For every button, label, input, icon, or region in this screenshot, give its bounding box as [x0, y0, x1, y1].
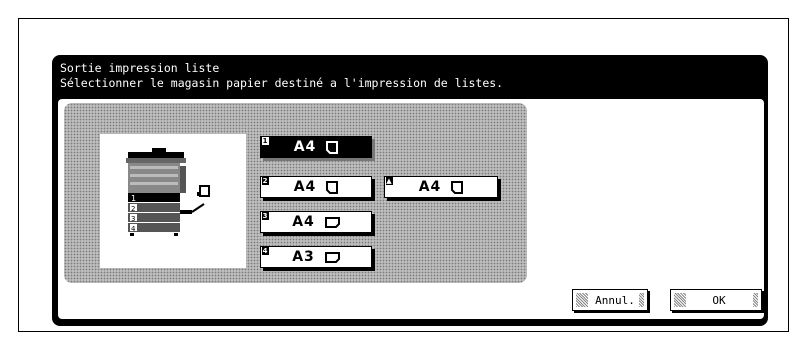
- dialog-title: Sortie impression liste: [60, 61, 220, 75]
- cancel-button[interactable]: Annul.: [572, 289, 648, 311]
- dialog-body: 1 2 3 4 1 A4 2 A4 ▲ A4 3 A4 4 A3 Annul. …: [56, 97, 766, 321]
- paper-landscape-icon: [324, 251, 340, 263]
- ok-label: OK: [712, 293, 726, 307]
- paper-portrait-icon: [326, 180, 339, 194]
- cancel-label: Annul.: [595, 293, 635, 307]
- paper-size-label: A4: [293, 139, 317, 155]
- tray-number: 1: [262, 137, 269, 145]
- svg-text:2: 2: [131, 205, 135, 213]
- paper-size-label: A4: [292, 214, 315, 230]
- dialog-header: Sortie impression liste Sélectionner le …: [60, 61, 503, 91]
- dialog-subtitle: Sélectionner le magasin papier destiné a…: [60, 76, 504, 90]
- tray-3-button[interactable]: 3 A4: [260, 211, 372, 233]
- svg-text:4: 4: [131, 225, 136, 233]
- copier-icon: 1 2 3 4: [126, 148, 210, 236]
- svg-text:1: 1: [131, 194, 136, 203]
- bypass-tray-button[interactable]: ▲ A4: [384, 176, 498, 198]
- tray-number: 4: [262, 247, 269, 255]
- paper-portrait-icon: [326, 140, 339, 154]
- paper-landscape-icon: [324, 216, 340, 228]
- tray-number: 3: [262, 212, 269, 220]
- bypass-tray-icon: ▲: [386, 177, 393, 185]
- tray-1-button[interactable]: 1 A4: [260, 136, 372, 158]
- tray-2-button[interactable]: 2 A4: [260, 176, 372, 198]
- paper-size-label: A3: [292, 249, 315, 265]
- tray-number: 2: [262, 177, 269, 185]
- tray-selection-area: 1 2 3 4 1 A4 2 A4 ▲ A4 3 A4 4 A3: [64, 103, 527, 283]
- tray-4-button[interactable]: 4 A3: [260, 246, 372, 268]
- svg-text:3: 3: [131, 215, 135, 223]
- dialog-panel: Sortie impression liste Sélectionner le …: [52, 55, 768, 326]
- paper-size-label: A4: [418, 179, 442, 195]
- copier-diagram: 1 2 3 4: [100, 134, 246, 268]
- paper-size-label: A4: [293, 179, 317, 195]
- ok-button[interactable]: OK: [670, 289, 762, 311]
- paper-portrait-icon: [451, 180, 464, 194]
